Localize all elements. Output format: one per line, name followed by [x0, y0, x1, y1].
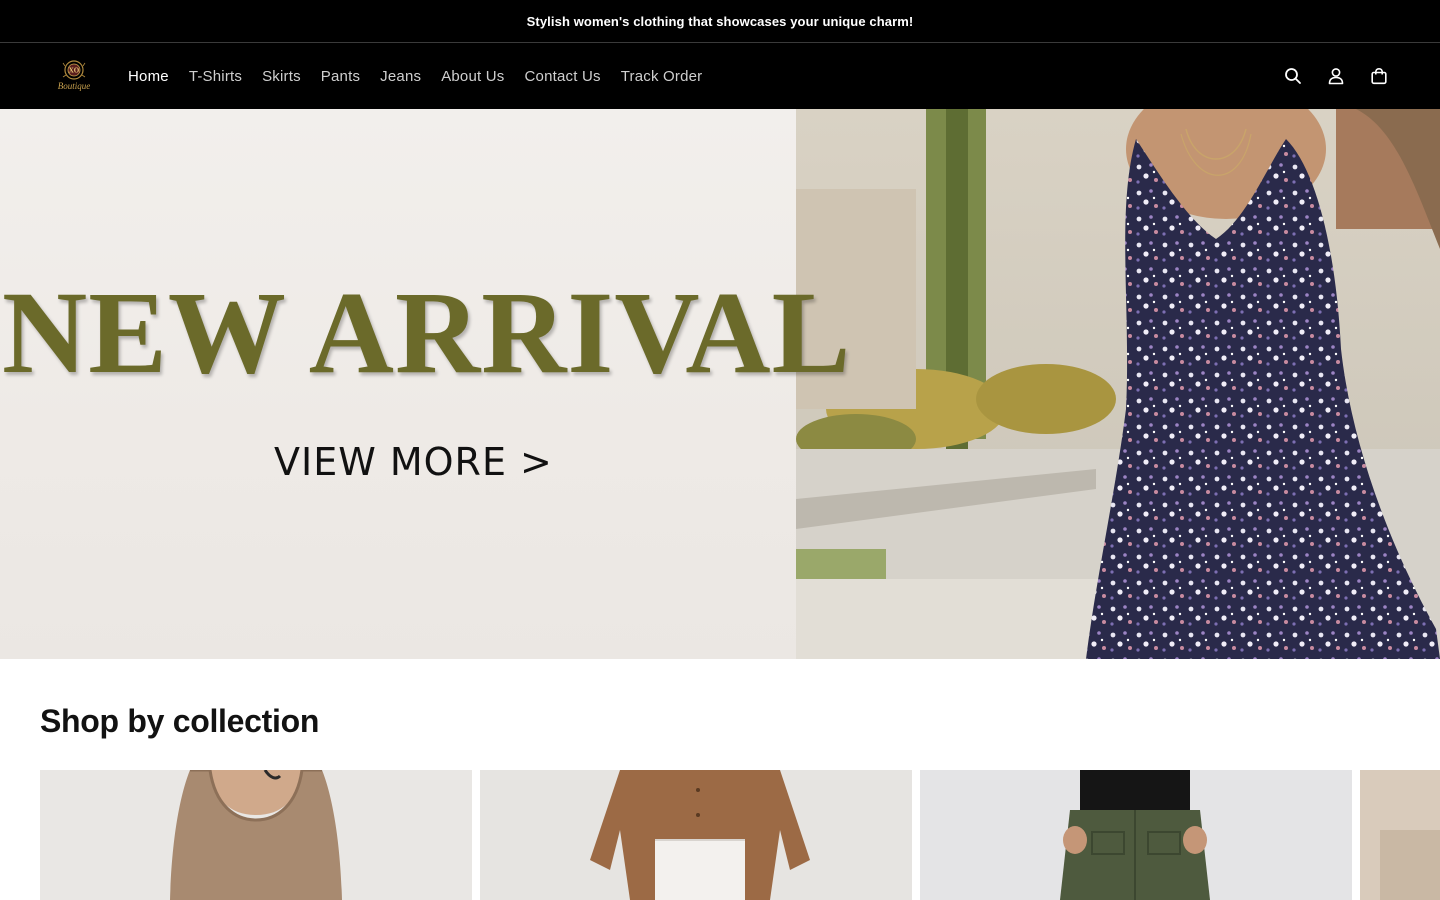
collection-card-pants[interactable]: [920, 770, 1352, 900]
site-header: XO Boutique Home T-Shirts Skirts Pants J…: [0, 43, 1440, 109]
nav-item-contact-us[interactable]: Contact Us: [515, 68, 611, 85]
nav-item-home[interactable]: Home: [118, 68, 179, 85]
svg-text:Boutique: Boutique: [58, 81, 91, 91]
view-more-link[interactable]: VIEW MORE >: [274, 443, 553, 481]
nav-item-skirts[interactable]: Skirts: [252, 68, 311, 85]
collection-card-shirts[interactable]: [480, 770, 912, 900]
main-nav: Home T-Shirts Skirts Pants Jeans About U…: [118, 43, 712, 109]
account-icon[interactable]: [1314, 55, 1357, 98]
section-title: Shop by collection: [40, 703, 320, 739]
hero-title: NEW ARRIVAL: [2, 267, 852, 398]
svg-text:XO: XO: [69, 67, 80, 75]
nav-item-track-order[interactable]: Track Order: [611, 68, 713, 85]
boutique-logo[interactable]: XO Boutique: [52, 57, 96, 97]
nav-item-pants[interactable]: Pants: [311, 68, 370, 85]
nav-item-about-us[interactable]: About Us: [431, 68, 514, 85]
collection-card-fourth[interactable]: [1360, 770, 1440, 900]
collection-list: [40, 770, 1440, 900]
cart-icon[interactable]: [1357, 55, 1400, 98]
hero-banner[interactable]: NEW ARRIVAL VIEW MORE >: [0, 109, 1440, 659]
search-icon[interactable]: [1271, 55, 1314, 98]
announcement-bar: Stylish women's clothing that showcases …: [0, 0, 1440, 42]
announcement-text: Stylish women's clothing that showcases …: [526, 13, 914, 29]
header-icons: [1271, 43, 1400, 109]
nav-item-jeans[interactable]: Jeans: [370, 68, 431, 85]
collection-card-tank-top[interactable]: [40, 770, 472, 900]
nav-item-t-shirts[interactable]: T-Shirts: [179, 68, 252, 85]
